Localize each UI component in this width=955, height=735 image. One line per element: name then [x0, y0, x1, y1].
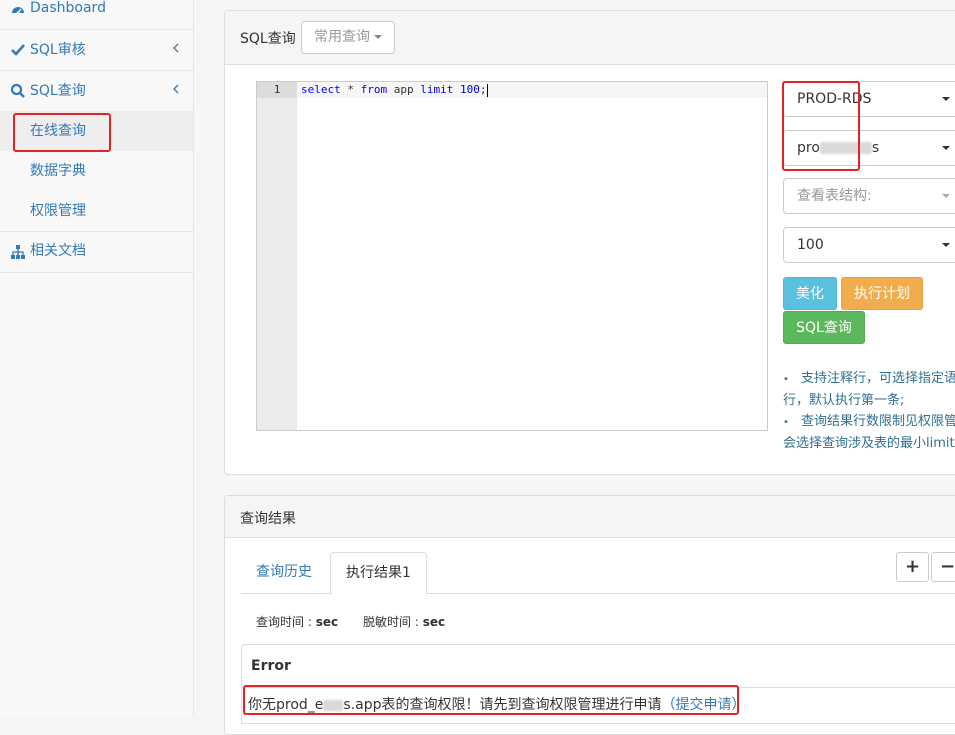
sidebar-subitem-label: 数据字典	[30, 163, 86, 179]
caret-down-icon	[942, 194, 950, 198]
tip-text: 查询结果行数限制见权限管理，会选择查询涉及表的最小limit值	[783, 414, 955, 451]
sidebar-item-label: SQL审核	[30, 42, 86, 58]
panel-title: SQL查询	[240, 31, 296, 47]
instance-select-value: PROD-RDS	[797, 91, 872, 107]
keyword: select	[301, 83, 341, 96]
sidebar-item-docs[interactable]: 相关文档	[0, 232, 193, 273]
text-cursor	[486, 83, 488, 97]
query-time-label: 查询时间 :	[256, 615, 316, 629]
error-title: Error	[251, 658, 291, 674]
bullet: •	[783, 417, 789, 428]
bullet: •	[783, 374, 789, 385]
error-message-suffix: s.app表的查询权限！请先到查询权限管理进行申请	[343, 697, 662, 713]
line-number: 1	[257, 82, 297, 98]
query-tips: •支持注释行，可选择指定语句执行，默认执行第一条; •查询结果行数限制见权限管理…	[783, 368, 955, 454]
panel-heading: SQL查询 常用查询	[225, 11, 955, 65]
sidebar-item-dashboard[interactable]: Dashboard	[0, 0, 193, 30]
submit-request-link[interactable]: （提交申请）	[662, 697, 746, 713]
chevron-left-icon	[173, 43, 179, 53]
mask-time: 脱敏时间 : sec	[363, 613, 445, 630]
query-results-panel: 查询结果 查询历史 执行结果1 + − 查询时间 : sec 脱敏时间 : se…	[224, 495, 955, 735]
mask-time-label: 脱敏时间 :	[363, 615, 423, 629]
remove-tab-button[interactable]: −	[931, 552, 955, 582]
redacted-text	[323, 699, 344, 711]
caret-down-icon	[374, 35, 382, 39]
sidebar-item-sql-review[interactable]: SQL审核	[0, 30, 193, 71]
tab-query-history[interactable]: 查询历史	[241, 552, 327, 594]
error-message: 你无prod_e s.app表的查询权限！请先到查询权限管理进行申请（提交申请）	[248, 694, 746, 714]
table-structure-placeholder: 查看表结构:	[797, 188, 872, 204]
panel-title: 查询结果	[240, 511, 296, 527]
number-literal: 100	[460, 83, 480, 96]
table-structure-select[interactable]: 查看表结构:	[783, 178, 955, 214]
sql-query-button[interactable]: SQL查询	[783, 311, 865, 344]
error-panel: Error 你无prod_e s.app表的查询权限！请先到查询权限管理进行申请（…	[241, 644, 955, 724]
sidebar: Dashboard SQL审核 SQL查询 在线查询 数据字典 权限管理 相关文…	[0, 0, 194, 717]
code-token: *	[340, 83, 361, 96]
sidebar-subitem-data-dictionary[interactable]: 数据字典	[0, 151, 193, 191]
tip-item: •支持注释行，可选择指定语句执行，默认执行第一条;	[783, 368, 955, 411]
beautify-button[interactable]: 美化	[783, 277, 837, 310]
editor-gutter	[257, 82, 297, 430]
caret-down-icon	[942, 243, 950, 247]
limit-select-value: 100	[797, 237, 824, 253]
limit-select[interactable]: 100	[783, 227, 955, 263]
code-line[interactable]: select * from app limit 100;	[301, 82, 488, 98]
keyword: from	[360, 83, 388, 96]
add-tab-button[interactable]: +	[896, 552, 929, 582]
sql-query-panel: SQL查询 常用查询 1 select * from app limit 100…	[224, 10, 955, 475]
sidebar-item-label: Dashboard	[30, 0, 106, 16]
keyword: limit	[420, 83, 454, 96]
database-select[interactable]: pro s	[783, 130, 955, 166]
tip-item: •查询结果行数限制见权限管理，会选择查询涉及表的最小limit值	[783, 411, 955, 454]
caret-down-icon	[942, 146, 950, 150]
error-message-prefix: 你无prod_e	[248, 697, 324, 713]
instance-select[interactable]: PROD-RDS	[783, 81, 955, 117]
sidebar-subitem-online-query[interactable]: 在线查询	[0, 111, 193, 151]
query-time: 查询时间 : sec	[256, 613, 338, 630]
result-tabs: 查询历史 执行结果1	[241, 552, 955, 595]
database-select-suffix: s	[871, 140, 880, 156]
sidebar-subitem-permission[interactable]: 权限管理	[0, 191, 193, 231]
check-icon	[11, 44, 25, 56]
search-icon	[10, 83, 25, 98]
code-token: app	[387, 83, 421, 96]
code-token: ;	[479, 83, 487, 96]
sql-editor[interactable]: 1 select * from app limit 100;	[256, 81, 768, 431]
tip-text: 支持注释行，可选择指定语句执行，默认执行第一条;	[783, 371, 955, 408]
panel-heading: 查询结果	[225, 496, 955, 538]
sitemap-icon	[11, 245, 25, 259]
sidebar-item-label: 相关文档	[30, 243, 86, 259]
sidebar-subitem-label: 权限管理	[30, 203, 86, 219]
common-query-label: 常用查询	[314, 29, 370, 45]
caret-down-icon	[942, 97, 950, 101]
explain-button[interactable]: 执行计划	[841, 277, 923, 310]
sidebar-subitem-label: 在线查询	[30, 123, 86, 139]
sidebar-item-label: SQL查询	[30, 83, 86, 99]
dashboard-icon	[12, 7, 24, 15]
mask-time-value: sec	[422, 615, 446, 629]
redacted-text	[819, 142, 872, 154]
database-select-prefix: pro	[797, 140, 820, 156]
divider	[242, 687, 955, 688]
common-query-dropdown[interactable]: 常用查询	[301, 21, 395, 54]
query-time-value: sec	[315, 615, 339, 629]
tab-execution-result-1[interactable]: 执行结果1	[330, 552, 427, 595]
chevron-left-icon	[173, 84, 179, 94]
